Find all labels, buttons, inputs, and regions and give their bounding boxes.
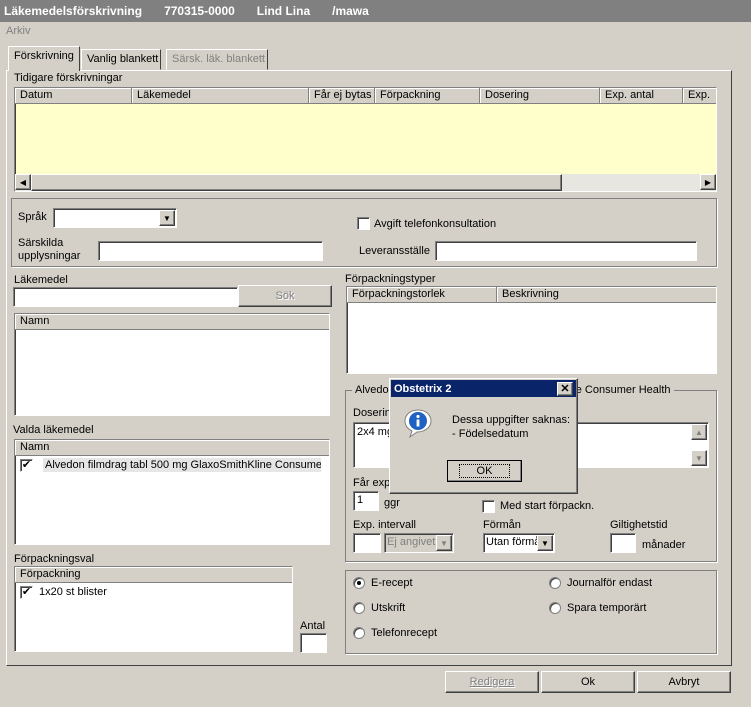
- validity-input[interactable]: [610, 533, 636, 553]
- radio-save-temporary-button[interactable]: [549, 602, 561, 614]
- col-no-substitution[interactable]: Får ej bytas: [309, 88, 375, 103]
- user-name: /mawa: [332, 4, 369, 18]
- package-checkbox[interactable]: ✔: [20, 585, 33, 599]
- benefit-label: Förmån: [483, 519, 521, 531]
- tab-prescription[interactable]: Förskrivning: [8, 46, 80, 71]
- radio-erecept-button[interactable]: [353, 577, 365, 589]
- selected-drug-name: Alvedon filmdrag tabl 500 mg GlaxoSmithK…: [43, 458, 321, 472]
- selected-drug-row[interactable]: ✔ Alvedon filmdrag tabl 500 mg GlaxoSmit…: [15, 456, 329, 474]
- delivery-place-input[interactable]: [435, 241, 697, 261]
- previous-prescriptions-label: Tidigare förskrivningar: [14, 72, 123, 84]
- quantity-input[interactable]: [300, 633, 327, 653]
- col-selected-name[interactable]: Namn: [15, 440, 329, 455]
- info-dialog: Obstetrix 2 ✕ Dessa uppgifter saknas: - …: [389, 378, 578, 494]
- col-dosage[interactable]: Dosering: [480, 88, 600, 103]
- col-description[interactable]: Beskrivning: [497, 287, 716, 302]
- scroll-right-icon[interactable]: ▶: [700, 174, 716, 190]
- start-pack-label: Med start förpackn.: [500, 500, 595, 512]
- package-types-label: Förpackningstyper: [345, 273, 436, 285]
- quantity-label: Antal: [300, 620, 326, 632]
- col-package-selection[interactable]: Förpackning: [15, 567, 292, 582]
- radio-journal-only[interactable]: Journalför endast: [549, 577, 652, 589]
- dialog-message: Dessa uppgifter saknas: - Födelsedatum: [452, 414, 571, 440]
- phone-fee-label: Avgift telefonkonsultation: [374, 218, 497, 230]
- col-drug[interactable]: Läkemedel: [132, 88, 309, 103]
- scroll-thumb[interactable]: [31, 174, 562, 191]
- dialog-titlebar: Obstetrix 2: [391, 380, 576, 397]
- scroll-up-icon[interactable]: ▲: [691, 424, 707, 440]
- package-types-table[interactable]: Förpackningstorlek Beskrivning: [346, 286, 717, 374]
- scroll-down-icon[interactable]: ▼: [691, 450, 707, 466]
- radio-phone-recipe[interactable]: Telefonrecept: [353, 627, 437, 639]
- drug-label: Läkemedel: [14, 274, 68, 286]
- language-label: Språk: [18, 211, 47, 223]
- tab-special-form: Särsk. läk. blankett: [166, 49, 268, 70]
- package-selection-label: Förpackningsval: [14, 553, 95, 565]
- radio-print-button[interactable]: [353, 602, 365, 614]
- months-label: månader: [642, 539, 686, 551]
- language-select[interactable]: ▼: [53, 208, 177, 228]
- package-name: 1x20 st blister: [39, 586, 107, 598]
- package-row[interactable]: ✔ 1x20 st blister: [15, 583, 292, 601]
- interval-input[interactable]: [353, 533, 381, 553]
- delivery-place-label: Leveransställe: [359, 245, 430, 257]
- tab-regular-form[interactable]: Vanlig blankett: [81, 49, 161, 70]
- col-package[interactable]: Förpackning: [375, 88, 480, 103]
- col-package-size[interactable]: Förpackningstorlek: [347, 287, 497, 302]
- radio-erecept[interactable]: E-recept: [353, 577, 413, 589]
- radio-print[interactable]: Utskrift: [353, 602, 405, 614]
- info-icon: [402, 407, 434, 439]
- package-selection-list[interactable]: Förpackning ✔ 1x20 st blister: [14, 566, 293, 652]
- close-icon[interactable]: ✕: [557, 382, 573, 396]
- dialog-title: Obstetrix 2: [394, 382, 452, 395]
- col-exp[interactable]: Exp.: [683, 88, 716, 103]
- ok-button[interactable]: Ok: [541, 671, 635, 693]
- special-info-label: Särskilda upplysningar: [18, 237, 81, 262]
- chevron-down-icon[interactable]: ▼: [537, 535, 553, 551]
- selected-drugs-label: Valda läkemedel: [13, 424, 94, 436]
- radio-save-temporary[interactable]: Spara temporärt: [549, 602, 646, 614]
- window-title: Läkemedelsförskrivning: [4, 4, 143, 18]
- start-pack-checkbox[interactable]: [482, 500, 495, 513]
- col-date[interactable]: Datum: [15, 88, 132, 103]
- radio-phone-recipe-button[interactable]: [353, 627, 365, 639]
- menu-bar: Arkiv: [0, 22, 751, 42]
- times-label: ggr: [384, 497, 400, 509]
- menu-archive[interactable]: Arkiv: [6, 25, 30, 37]
- validity-label: Giltighetstid: [610, 519, 668, 531]
- window-titlebar: Läkemedelsförskrivning 770315-0000 Lind …: [0, 0, 751, 22]
- selected-drug-checkbox[interactable]: ✔: [20, 458, 33, 472]
- col-name[interactable]: Namn: [15, 314, 329, 329]
- interval-unit-select: Ej angivet ▼: [384, 533, 454, 553]
- drug-search-input[interactable]: [13, 287, 238, 307]
- special-info-input[interactable]: [98, 241, 323, 261]
- interval-label: Exp. intervall: [353, 519, 416, 531]
- cancel-button[interactable]: Avbryt: [637, 671, 731, 693]
- phone-fee-checkbox[interactable]: [357, 217, 370, 230]
- chevron-down-icon[interactable]: ▼: [159, 210, 175, 226]
- chevron-down-icon: ▼: [436, 535, 452, 551]
- search-button[interactable]: Sök: [238, 285, 332, 307]
- patient-name: Lind Lina: [256, 4, 311, 18]
- patient-id: 770315-0000: [164, 4, 235, 18]
- benefit-select[interactable]: Utan förmån ▼: [483, 533, 555, 553]
- exp-count-input[interactable]: 1: [353, 491, 379, 511]
- col-exp-count[interactable]: Exp. antal: [600, 88, 683, 103]
- radio-journal-only-button[interactable]: [549, 577, 561, 589]
- drug-list[interactable]: Namn: [14, 313, 330, 416]
- edit-button: Redigera: [445, 671, 539, 693]
- selected-drugs-list[interactable]: Namn ✔ Alvedon filmdrag tabl 500 mg Glax…: [14, 439, 330, 545]
- dialog-ok-button[interactable]: OK: [447, 460, 522, 482]
- scroll-left-icon[interactable]: ◀: [15, 174, 31, 190]
- horizontal-scrollbar[interactable]: ◀ ▶: [15, 174, 716, 191]
